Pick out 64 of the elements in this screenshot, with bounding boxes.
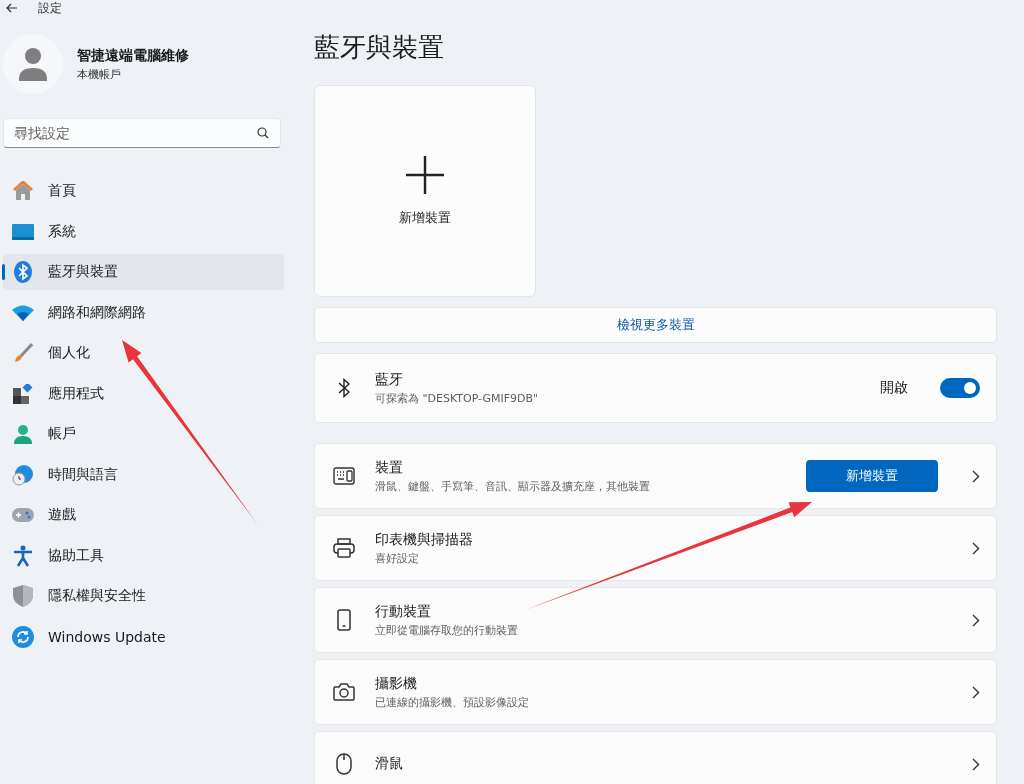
setting-card[interactable]: 攝影機 已連線的攝影機、預設影像設定 <box>314 659 997 725</box>
sidebar-item[interactable]: 帳戶 <box>3 416 284 452</box>
globe-clock-icon <box>12 463 34 486</box>
setting-card[interactable]: 印表機與掃描器 喜好設定 <box>314 515 997 581</box>
view-more-devices-link[interactable]: 檢視更多裝置 <box>314 307 997 343</box>
mouse-icon <box>336 753 352 775</box>
sidebar-item[interactable]: 藍牙與裝置 <box>3 254 284 290</box>
sidebar-item[interactable]: Windows Update <box>3 618 284 655</box>
phone-icon <box>337 609 351 631</box>
gamepad-icon <box>12 508 34 522</box>
bluetooth-icon <box>338 378 350 398</box>
chevron-right-icon <box>972 541 980 555</box>
chevron-right-icon <box>972 685 980 699</box>
sidebar-item[interactable]: 系統 <box>3 213 284 250</box>
person-icon <box>13 424 33 444</box>
apps-icon <box>13 383 33 404</box>
account-type: 本機帳戶 <box>77 66 122 82</box>
home-icon <box>12 181 34 201</box>
setting-description: 可探索為 "DESKTOP-GMIF9DB" <box>375 390 540 406</box>
add-device-button[interactable]: 新增裝置 <box>806 460 938 492</box>
page-title: 藍牙與裝置 <box>314 31 445 64</box>
plus-icon <box>405 155 445 195</box>
setting-description: 喜好設定 <box>375 550 420 566</box>
window-title: 設定 <box>38 0 62 17</box>
camera-icon <box>333 683 355 701</box>
setting-description: 立即從電腦存取您的行動裝置 <box>375 622 519 638</box>
search-field[interactable]: 尋找設定 <box>3 118 281 148</box>
setting-description: 已連線的攝影機、預設影像設定 <box>375 694 530 710</box>
setting-card[interactable]: 行動裝置 立即從電腦存取您的行動裝置 <box>314 587 997 653</box>
setting-title: 攝影機 <box>375 674 418 693</box>
paintbrush-icon <box>13 343 33 363</box>
sidebar-item[interactable]: 遊戲 <box>3 497 284 533</box>
toggle-state-label: 開啟 <box>880 379 908 397</box>
sidebar-item[interactable]: 首頁 <box>3 173 284 209</box>
sidebar-item[interactable]: 時間與語言 <box>3 456 284 493</box>
search-icon <box>257 127 269 139</box>
printer-icon <box>333 538 355 558</box>
sidebar-item[interactable]: 應用程式 <box>3 375 284 412</box>
chevron-right-icon <box>972 469 980 483</box>
account-name: 智捷遠端電腦維修 <box>77 46 189 65</box>
sidebar-item[interactable]: 隱私權與安全性 <box>3 578 284 614</box>
setting-title: 行動裝置 <box>375 602 432 621</box>
back-arrow-icon[interactable] <box>6 3 18 13</box>
monitor-icon <box>12 223 34 240</box>
setting-title: 滑鼠 <box>375 755 404 773</box>
setting-title: 印表機與掃描器 <box>375 530 474 549</box>
sidebar-item[interactable]: 網路和網際網路 <box>3 294 284 331</box>
toggle-switch[interactable] <box>940 378 980 398</box>
setting-title: 裝置 <box>375 458 404 477</box>
wifi-icon <box>12 304 34 321</box>
chevron-right-icon <box>972 757 980 771</box>
add-device-tile[interactable]: 新增裝置 <box>314 85 536 297</box>
accessibility-icon <box>13 544 33 567</box>
setting-card[interactable]: 滑鼠 <box>314 731 997 784</box>
sidebar-item[interactable]: 個人化 <box>3 335 284 371</box>
setting-card[interactable]: 裝置 滑鼠、鍵盤、手寫筆、音訊、顯示器及擴充座，其他裝置 新增裝置 <box>314 443 997 509</box>
shield-icon <box>13 585 33 607</box>
chevron-right-icon <box>972 613 980 627</box>
keyboard-icon <box>333 467 355 485</box>
setting-title: 藍牙 <box>375 370 404 389</box>
bluetooth-icon <box>14 261 32 283</box>
sidebar-item[interactable]: 協助工具 <box>3 537 284 574</box>
update-icon <box>12 625 34 648</box>
setting-description: 滑鼠、鍵盤、手寫筆、音訊、顯示器及擴充座，其他裝置 <box>375 478 651 494</box>
